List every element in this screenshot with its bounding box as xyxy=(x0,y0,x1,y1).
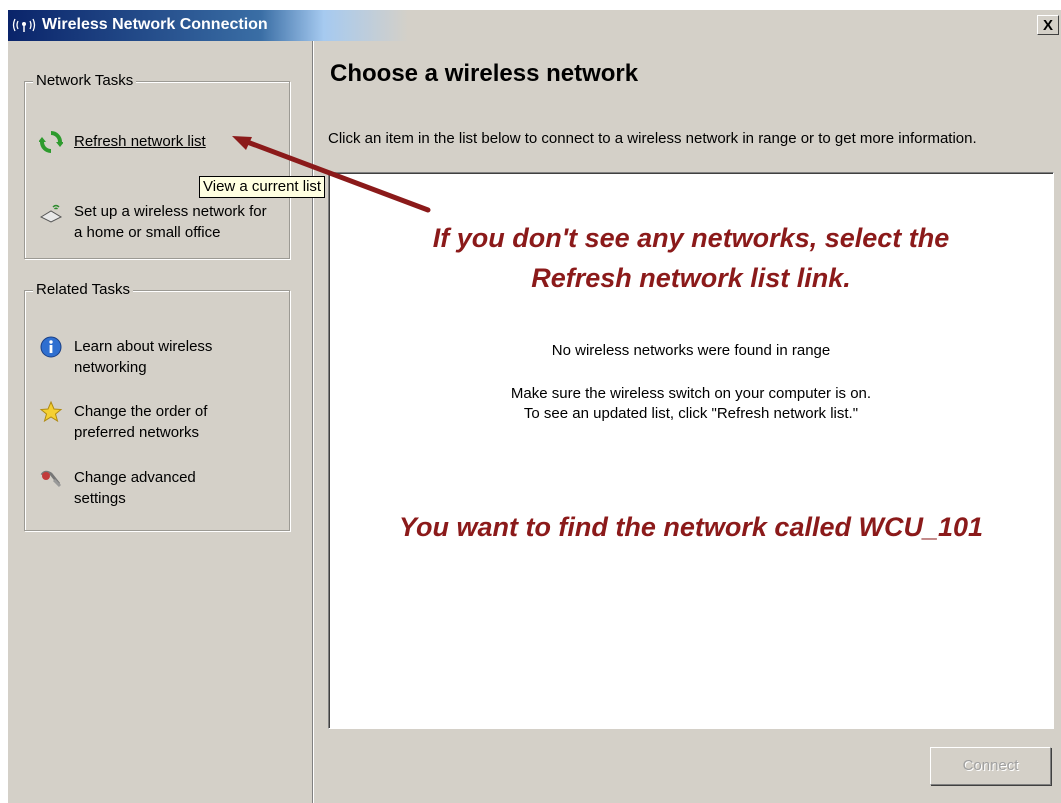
info-icon xyxy=(38,334,64,360)
star-icon xyxy=(38,399,64,425)
connect-button[interactable]: Connect xyxy=(930,747,1051,785)
network-tasks-title: Network Tasks xyxy=(33,71,137,91)
wireless-network-window: Wireless Network Connection X Network Ta… xyxy=(8,10,1061,803)
settings-icon xyxy=(38,465,64,491)
annotation-refresh-hint-line2: Refresh network list link. xyxy=(531,263,851,293)
window-title: Wireless Network Connection xyxy=(42,16,268,33)
advanced-settings-label[interactable]: Change advanced settings xyxy=(74,467,234,509)
annotation-target-network: You want to find the network called WCU_… xyxy=(398,512,984,542)
refresh-icon xyxy=(38,129,64,155)
close-button[interactable]: X xyxy=(1037,15,1059,35)
empty-list-hint-line2: To see an updated list, click "Refresh n… xyxy=(523,405,859,422)
learn-wireless-label[interactable]: Learn about wireless networking xyxy=(74,336,254,378)
related-tasks-group: Related Tasks Learn about wireless netwo… xyxy=(24,280,290,531)
page-title: Choose a wireless network xyxy=(330,60,639,87)
empty-list-hint-line1: Make sure the wireless switch on your co… xyxy=(510,385,872,402)
annotation-refresh-hint-line1: If you don't see any networks, select th… xyxy=(432,223,950,253)
wireless-setup-icon xyxy=(38,199,64,225)
network-list[interactable]: If you don't see any networks, select th… xyxy=(328,172,1054,729)
refresh-network-list-link[interactable]: Refresh network list xyxy=(74,131,206,152)
sidebar-divider xyxy=(312,41,314,803)
related-tasks-title: Related Tasks xyxy=(33,280,133,300)
setup-wireless-network-task[interactable]: Set up a wireless network for a home or … xyxy=(38,201,283,243)
setup-wireless-network-label[interactable]: Set up a wireless network for a home or … xyxy=(74,201,279,243)
wireless-signal-icon xyxy=(11,16,37,34)
change-order-task[interactable]: Change the order of preferred networks xyxy=(38,399,283,443)
change-order-label[interactable]: Change the order of preferred networks xyxy=(74,401,254,443)
refresh-network-list-task[interactable]: Refresh network list xyxy=(38,131,283,155)
learn-wireless-task[interactable]: Learn about wireless networking xyxy=(38,336,283,378)
refresh-tooltip: View a current list xyxy=(199,176,326,198)
network-tasks-group: Network Tasks Refresh network list Set u… xyxy=(24,71,290,259)
instruction-text: Click an item in the list below to conne… xyxy=(328,130,977,147)
advanced-settings-task[interactable]: Change advanced settings xyxy=(38,467,283,509)
empty-list-title: No wireless networks were found in range xyxy=(551,342,831,359)
title-bar[interactable]: Wireless Network Connection X xyxy=(8,10,1061,41)
